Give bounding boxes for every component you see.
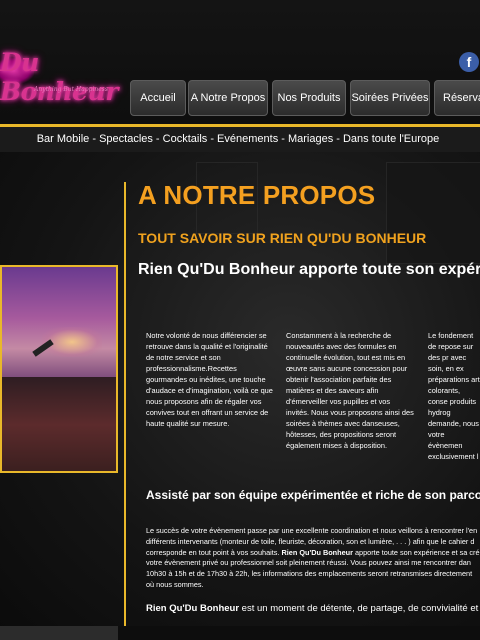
nav-item-reservation[interactable]: Réserva bbox=[434, 80, 480, 116]
paragraph-line: votre évènement privé ou professionnel s… bbox=[146, 558, 471, 568]
nav-item-nos-produits[interactable]: Nos Produits bbox=[272, 80, 346, 116]
lead-brand: Rien Qu'Du Bonheur bbox=[138, 261, 295, 278]
logo[interactable]: Du Bonheur Anything But Happiness bbox=[0, 48, 118, 106]
closing-line: Rien Qu'Du Bonheur est un moment de déte… bbox=[146, 603, 480, 614]
text-column: Constamment à la recherche de nouveautés… bbox=[286, 330, 414, 451]
text-column: Notre volonté de nous différencier se re… bbox=[146, 330, 274, 429]
column-text: Notre volonté de nous différencier se re… bbox=[146, 331, 273, 428]
facebook-icon[interactable]: f bbox=[459, 52, 479, 72]
event-photo bbox=[0, 265, 118, 473]
paragraph-line: différents intervenants (monteur de toil… bbox=[146, 536, 475, 546]
services-tagline: Bar Mobile - Spectacles - Cocktails - Ev… bbox=[36, 133, 440, 145]
paragraph-text: corresponde en tout point à vos souhaits… bbox=[146, 547, 282, 557]
text-column: Le fondement de repose sur des pr avec s… bbox=[428, 330, 480, 462]
paragraph-brand: Rien Qu'Du Bonheur bbox=[281, 547, 353, 557]
closing-text: est un moment de détente, de partage, de… bbox=[239, 603, 479, 614]
footer-decor bbox=[0, 626, 118, 640]
page-title: A NOTRE PROPOS bbox=[138, 180, 376, 210]
column-text: Constamment à la recherche de nouveautés… bbox=[286, 331, 414, 450]
lead-paragraph: Rien Qu'Du Bonheur apporte toute son exp… bbox=[138, 260, 480, 280]
column-text: Le fondement de repose sur des pr avec s… bbox=[428, 331, 480, 461]
paragraph-line: 10h30 à 15h et de 17h30 à 22h, les infor… bbox=[146, 569, 473, 579]
paragraph-line: corresponde en tout point à vos souhaits… bbox=[146, 548, 480, 559]
nav-item-accueil[interactable]: Accueil bbox=[130, 80, 186, 116]
nav-item-soirees-privees[interactable]: Soirées Privées bbox=[350, 80, 430, 116]
logo-text: Du Bonheur bbox=[0, 48, 118, 106]
logo-tagline: Anything But Happiness bbox=[34, 86, 108, 93]
paragraph-text: apporte toute son expérience et sa cré bbox=[352, 547, 480, 557]
section-heading: Assisté par son équipe expérimentée et r… bbox=[146, 488, 480, 502]
closing-brand: Rien Qu'Du Bonheur bbox=[146, 603, 240, 614]
paragraph-line: où nous sommes. bbox=[146, 579, 204, 589]
background-decor bbox=[386, 162, 480, 264]
paragraph-line: Le succès de votre évènement passe par u… bbox=[146, 526, 478, 535]
page-subtitle: TOUT SAVOIR SUR RIEN QU'DU BONHEUR bbox=[138, 230, 427, 246]
photo-crowd bbox=[2, 377, 116, 471]
gold-divider bbox=[124, 182, 126, 632]
header-accent-line bbox=[0, 124, 480, 127]
section-paragraph: Le succès de votre évènement passe par u… bbox=[146, 526, 480, 591]
lead-text: apporte toute son expérien créativité po… bbox=[299, 261, 480, 278]
nav-item-a-notre-propos[interactable]: A Notre Propos bbox=[188, 80, 268, 116]
